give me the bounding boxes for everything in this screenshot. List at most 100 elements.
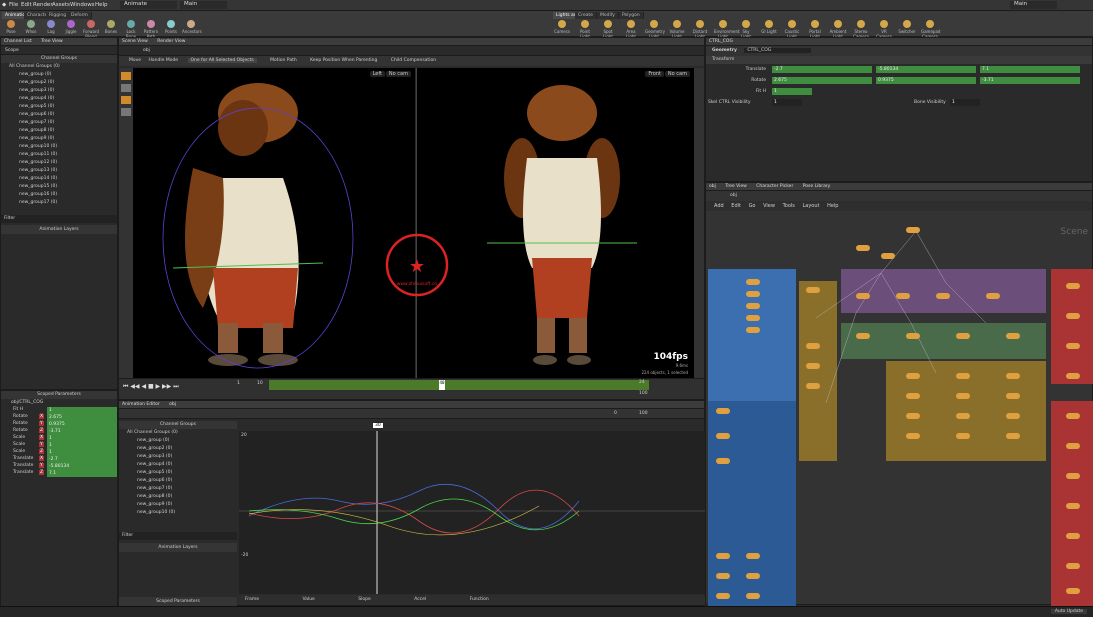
shelf-right-tool-13[interactable]: Stereo Camera (852, 19, 870, 39)
anim-channel-group-item[interactable]: new_group2 (0) (119, 445, 237, 453)
scoped-row[interactable]: Fit H 1 (1, 407, 117, 414)
anim-channel-group-item[interactable]: All Channel Groups (0) (119, 429, 237, 437)
handle-mode[interactable]: Handle Mode (149, 58, 179, 63)
shelf-right-tool-10[interactable]: Caustic Light (783, 19, 801, 39)
context-selector[interactable]: Main (180, 1, 228, 9)
scoped-row-value[interactable]: 1 (47, 442, 117, 449)
shelf-right-tool-14[interactable]: VR Camera (875, 19, 893, 39)
anim-channel-group-item[interactable]: new_group3 (0) (119, 453, 237, 461)
pose-tool-icon[interactable] (121, 96, 131, 104)
network-node[interactable] (1066, 563, 1080, 569)
network-node[interactable] (906, 433, 920, 439)
scoped-row-value[interactable]: -3.71 (47, 428, 117, 435)
handle-tool-icon[interactable] (121, 108, 131, 116)
shelf-tool-3[interactable]: Jiggle (62, 19, 80, 37)
network-menu-edit[interactable]: Edit (731, 203, 741, 209)
channel-group-item[interactable]: new_group10 (0) (1, 143, 117, 151)
scoped-row-value[interactable]: -5.80134 (47, 463, 117, 470)
param-value-field[interactable]: -5.80134 (876, 66, 976, 73)
tab-network-obj[interactable]: obj (709, 184, 716, 189)
shelf-right-tool-8[interactable]: Sky Light (737, 19, 755, 39)
scoped-row[interactable]: Rotate X 2.675 (1, 414, 117, 421)
move-tool[interactable]: Move (129, 58, 141, 63)
scoped-row[interactable]: Scale Z 1 (1, 449, 117, 456)
shelf-right-tool-0[interactable]: Camera (553, 19, 571, 37)
network-node[interactable] (1006, 333, 1020, 339)
scoped-row[interactable]: Rotate Y 0.9375 (1, 421, 117, 428)
frame-range-start[interactable]: 0 (614, 411, 617, 416)
tab-tree-view[interactable]: Tree View (41, 39, 63, 44)
network-node[interactable] (856, 245, 870, 251)
selected-objects-mode[interactable]: One for All Selected Objects (187, 58, 257, 63)
channel-group-item[interactable]: new_group6 (0) (1, 111, 117, 119)
network-node[interactable] (716, 573, 730, 579)
channel-group-item[interactable]: new_group9 (0) (1, 135, 117, 143)
select-tool-icon[interactable] (121, 72, 131, 80)
channel-group-item[interactable]: new_group3 (0) (1, 87, 117, 95)
shelf-tab-3[interactable]: Deform (68, 12, 92, 19)
scoped-row[interactable]: Translate X -2.7 (1, 456, 117, 463)
shelf-tool-6[interactable]: Lock Bone (122, 19, 140, 39)
viewport-right[interactable]: Front No cam 104fps 9.6ms 224 objects, 1… (416, 68, 694, 378)
menu-edit[interactable]: Edit (21, 2, 32, 8)
playhead[interactable]: 48 (439, 380, 445, 390)
network-node[interactable] (716, 553, 730, 559)
network-node[interactable] (716, 593, 730, 599)
menu-render[interactable]: Render (33, 2, 53, 8)
network-node[interactable] (986, 293, 1000, 299)
scoped-row-value[interactable]: -2.7 (47, 456, 117, 463)
network-menu-tools[interactable]: Tools (783, 203, 795, 209)
fith-field[interactable]: 1 (772, 88, 812, 95)
network-node[interactable] (806, 343, 820, 349)
network-node[interactable] (956, 413, 970, 419)
tab-render-view[interactable]: Render View (157, 39, 185, 44)
network-node[interactable] (881, 253, 895, 259)
anim-channel-group-item[interactable]: new_group (0) (119, 437, 237, 445)
network-menu-go[interactable]: Go (749, 203, 756, 209)
node-name-field[interactable]: CTRL_COG (744, 48, 812, 53)
shelf-right-tool-6[interactable]: Distant Light (691, 19, 709, 39)
network-node[interactable] (746, 279, 760, 285)
skelvis-field[interactable]: 1 (772, 99, 802, 106)
network-menu-view[interactable]: View (763, 203, 775, 209)
shelf-tool-0[interactable]: Pose (2, 19, 20, 37)
network-node[interactable] (746, 327, 760, 333)
network-node[interactable] (1066, 373, 1080, 379)
network-node[interactable] (1066, 283, 1080, 289)
menu-assets[interactable]: Assets (52, 2, 70, 8)
menu-windows[interactable]: Windows (70, 2, 95, 8)
scoped-row-value[interactable]: 0.9375 (47, 421, 117, 428)
network-node[interactable] (956, 333, 970, 339)
scoped-row[interactable]: Scale X 1 (1, 435, 117, 442)
channel-group-item[interactable]: new_group13 (0) (1, 167, 117, 175)
shelf-right-tool-2[interactable]: Spot Light (599, 19, 617, 39)
anim-channel-group-item[interactable]: new_group8 (0) (119, 493, 237, 501)
frame-current-field[interactable]: 10 (257, 381, 263, 386)
channel-group-item[interactable]: new_group11 (0) (1, 151, 117, 159)
transform-section[interactable]: Transform (706, 56, 1092, 64)
network-node[interactable] (906, 333, 920, 339)
channel-group-item[interactable]: new_group2 (0) (1, 79, 117, 87)
tab-channel-list[interactable]: Channel List (4, 39, 32, 44)
network-node[interactable] (1066, 473, 1080, 479)
network-node[interactable] (1066, 443, 1080, 449)
shelf-right-tool-11[interactable]: Portal Light (806, 19, 824, 39)
network-path[interactable]: obj (706, 191, 1092, 201)
shelf-tool-5[interactable]: Bones (102, 19, 120, 37)
menu-file[interactable]: File (9, 2, 18, 8)
motion-path-toggle[interactable]: Motion Path (270, 58, 297, 63)
channel-group-item[interactable]: new_group4 (0) (1, 95, 117, 103)
anim-channel-group-item[interactable]: new_group7 (0) (119, 485, 237, 493)
network-node[interactable] (896, 293, 910, 299)
desktop-selector[interactable]: Animate (120, 1, 178, 9)
channel-group-item[interactable]: new_group17 (0) (1, 199, 117, 207)
param-value-field[interactable]: 7.1 (980, 66, 1080, 73)
network-node[interactable] (956, 433, 970, 439)
shelf-right-tool-12[interactable]: Ambient Light (829, 19, 847, 39)
network-node[interactable] (746, 553, 760, 559)
scoped-row-value[interactable]: 1 (47, 449, 117, 456)
network-node[interactable] (716, 408, 730, 414)
anim-channel-group-item[interactable]: new_group5 (0) (119, 469, 237, 477)
network-menu-help[interactable]: Help (827, 203, 838, 209)
shelf-right-tool-5[interactable]: Volume Light (668, 19, 686, 39)
